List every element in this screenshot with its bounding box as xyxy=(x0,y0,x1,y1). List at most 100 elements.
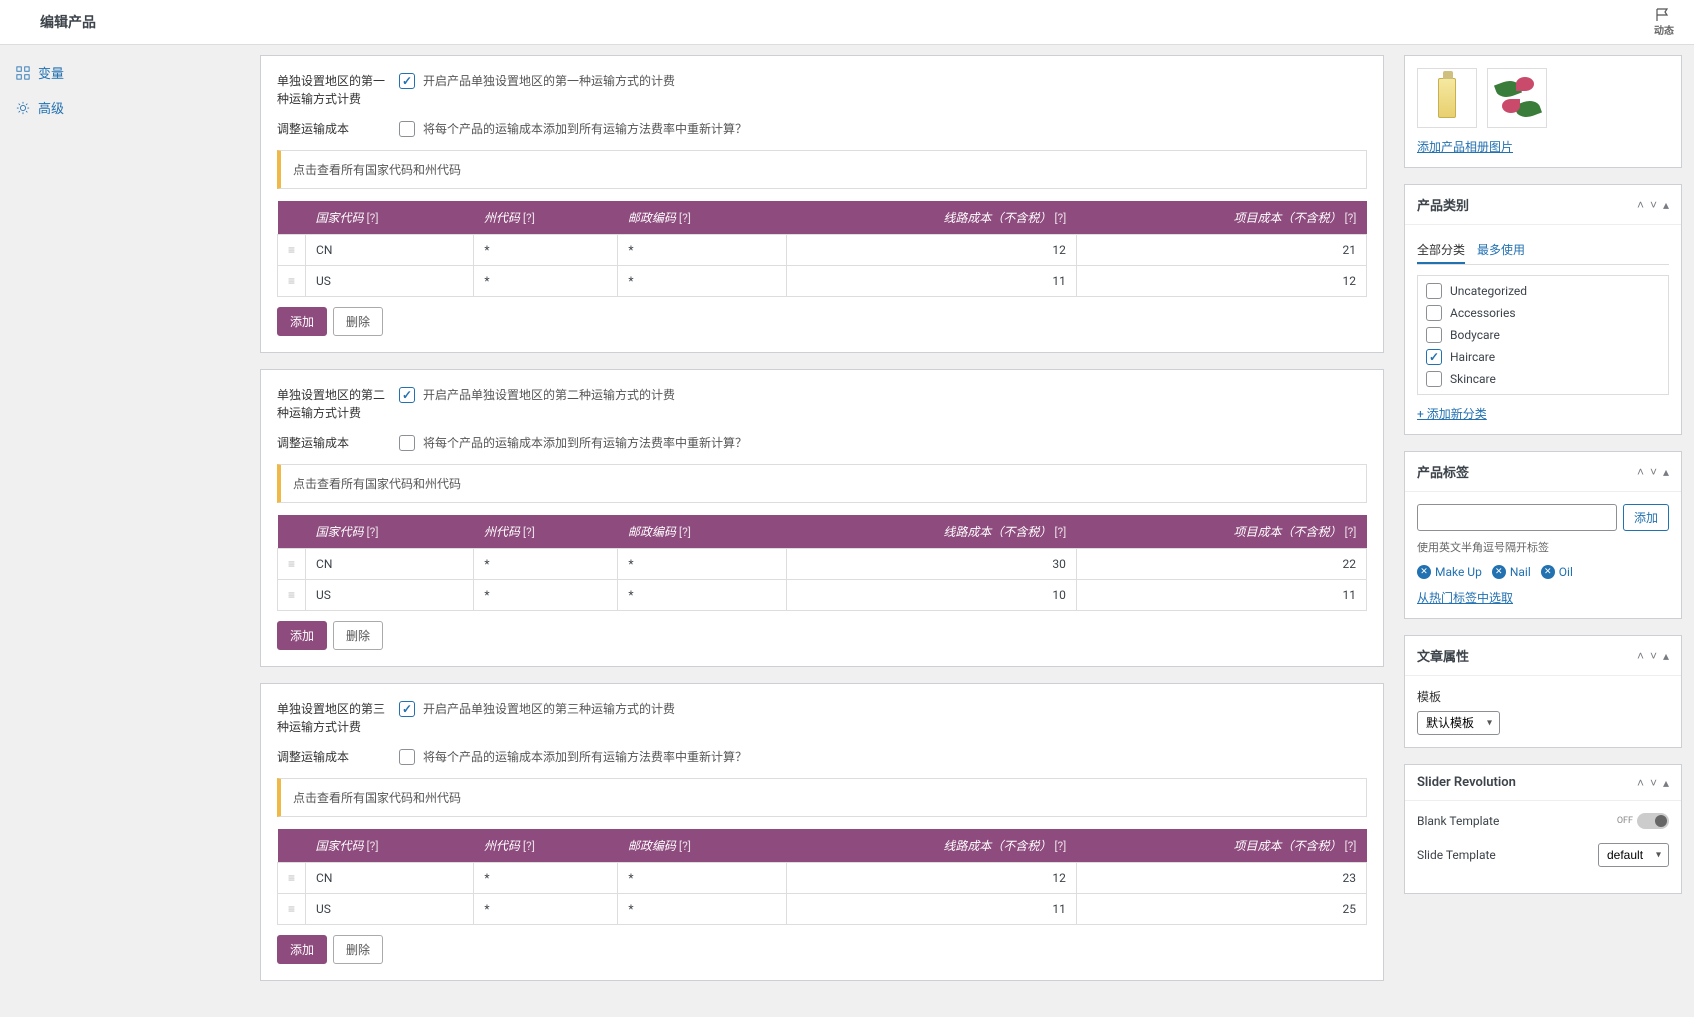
adjust-checkbox[interactable] xyxy=(399,749,415,765)
postal-cell[interactable]: * xyxy=(618,266,786,297)
postal-cell[interactable]: * xyxy=(618,863,786,894)
drag-handle-icon[interactable]: ≡ xyxy=(278,549,306,580)
slide-template-select[interactable]: default xyxy=(1598,843,1669,867)
tag-chip[interactable]: Make Up xyxy=(1417,565,1482,579)
adjust-checkbox[interactable] xyxy=(399,121,415,137)
delete-row-button[interactable]: 删除 xyxy=(333,307,383,336)
category-checkbox[interactable] xyxy=(1426,349,1442,365)
category-item[interactable]: Bodycare xyxy=(1422,324,1664,346)
category-item[interactable]: Accessories xyxy=(1422,302,1664,324)
delete-row-button[interactable]: 删除 xyxy=(333,621,383,650)
tag-chip[interactable]: Nail xyxy=(1492,565,1531,579)
codes-hint[interactable]: 点击查看所有国家代码和州代码 xyxy=(277,464,1367,503)
category-checkbox[interactable] xyxy=(1426,327,1442,343)
tab-all-categories[interactable]: 全部分类 xyxy=(1417,237,1465,264)
tag-chip[interactable]: Oil xyxy=(1541,565,1573,579)
add-row-button[interactable]: 添加 xyxy=(277,935,327,964)
enable-description: 开启产品单独设置地区的第一种运输方式的计费 xyxy=(423,72,675,89)
category-item[interactable]: Uncategorized xyxy=(1422,280,1664,302)
caret-up-icon[interactable]: ▴ xyxy=(1663,465,1669,479)
add-row-button[interactable]: 添加 xyxy=(277,621,327,650)
item-cost-cell[interactable]: 25 xyxy=(1076,894,1366,925)
chevron-down-icon[interactable]: ˅ xyxy=(1650,198,1657,212)
item-cost-cell[interactable]: 23 xyxy=(1076,863,1366,894)
add-tag-button[interactable]: 添加 xyxy=(1623,504,1669,531)
tab-variations[interactable]: 变量 xyxy=(0,55,140,90)
country-cell[interactable]: US xyxy=(306,894,474,925)
chevron-up-icon[interactable]: ˄ xyxy=(1637,776,1644,790)
delete-row-button[interactable]: 删除 xyxy=(333,935,383,964)
state-cell[interactable]: * xyxy=(474,549,618,580)
state-cell[interactable]: * xyxy=(474,580,618,611)
drag-handle-icon[interactable]: ≡ xyxy=(278,266,306,297)
chevron-down-icon[interactable]: ˅ xyxy=(1650,649,1657,663)
line-cost-cell[interactable]: 10 xyxy=(786,580,1076,611)
chevron-up-icon[interactable]: ˄ xyxy=(1637,465,1644,479)
country-cell[interactable]: CN xyxy=(306,549,474,580)
drag-handle-icon[interactable]: ≡ xyxy=(278,580,306,611)
activity-flag[interactable]: 动态 xyxy=(1654,8,1674,37)
category-item[interactable]: Haircare xyxy=(1422,346,1664,368)
item-cost-cell[interactable]: 22 xyxy=(1076,549,1366,580)
blank-template-toggle[interactable] xyxy=(1637,813,1669,829)
postal-cell[interactable]: * xyxy=(618,549,786,580)
item-cost-cell[interactable]: 12 xyxy=(1076,266,1366,297)
country-cell[interactable]: US xyxy=(306,580,474,611)
drag-handle-icon[interactable]: ≡ xyxy=(278,894,306,925)
state-cell[interactable]: * xyxy=(474,266,618,297)
drag-handle-icon[interactable]: ≡ xyxy=(278,235,306,266)
add-category-link[interactable]: + 添加新分类 xyxy=(1417,407,1487,421)
chevron-up-icon[interactable]: ˄ xyxy=(1637,198,1644,212)
state-cell[interactable]: * xyxy=(474,894,618,925)
caret-up-icon[interactable]: ▴ xyxy=(1663,776,1669,790)
caret-up-icon[interactable]: ▴ xyxy=(1663,649,1669,663)
postal-cell[interactable]: * xyxy=(618,235,786,266)
tab-most-used[interactable]: 最多使用 xyxy=(1477,237,1525,264)
state-cell[interactable]: * xyxy=(474,863,618,894)
category-item[interactable]: Skincare xyxy=(1422,368,1664,390)
chevron-down-icon[interactable]: ˅ xyxy=(1650,776,1657,790)
popular-tags-link[interactable]: 从热门标签中选取 xyxy=(1417,591,1513,605)
postal-cell[interactable]: * xyxy=(618,580,786,611)
item-cost-cell[interactable]: 11 xyxy=(1076,580,1366,611)
adjust-label: 调整运输成本 xyxy=(277,434,387,452)
adjust-checkbox[interactable] xyxy=(399,435,415,451)
product-data-tabs: 变量 高级 xyxy=(0,45,140,1017)
shipping-table: 国家代码 [?]州代码 [?]邮政编码 [?]线路成本（不含税） [?]项目成本… xyxy=(277,201,1367,297)
gear-icon xyxy=(16,101,30,115)
category-checkbox[interactable] xyxy=(1426,305,1442,321)
page-header: 编辑产品 动态 xyxy=(0,0,1694,45)
tab-advanced[interactable]: 高级 xyxy=(0,90,140,125)
add-row-button[interactable]: 添加 xyxy=(277,307,327,336)
country-cell[interactable]: CN xyxy=(306,863,474,894)
enable-checkbox[interactable] xyxy=(399,387,415,403)
line-cost-cell[interactable]: 30 xyxy=(786,549,1076,580)
codes-hint[interactable]: 点击查看所有国家代码和州代码 xyxy=(277,150,1367,189)
state-cell[interactable]: * xyxy=(474,235,618,266)
line-cost-cell[interactable]: 11 xyxy=(786,894,1076,925)
slide-template-label: Slide Template xyxy=(1417,848,1496,862)
drag-handle-icon[interactable]: ≡ xyxy=(278,863,306,894)
category-checkbox[interactable] xyxy=(1426,283,1442,299)
tag-input[interactable] xyxy=(1417,504,1617,531)
country-cell[interactable]: US xyxy=(306,266,474,297)
adjust-label: 调整运输成本 xyxy=(277,748,387,766)
gallery-thumb[interactable] xyxy=(1487,68,1547,128)
line-cost-cell[interactable]: 11 xyxy=(786,266,1076,297)
enable-checkbox[interactable] xyxy=(399,73,415,89)
category-checkbox[interactable] xyxy=(1426,371,1442,387)
country-cell[interactable]: CN xyxy=(306,235,474,266)
line-cost-cell[interactable]: 12 xyxy=(786,863,1076,894)
template-select[interactable]: 默认模板 xyxy=(1417,711,1500,735)
postal-cell[interactable]: * xyxy=(618,894,786,925)
chevron-down-icon[interactable]: ˅ xyxy=(1650,465,1657,479)
gallery-thumb[interactable] xyxy=(1417,68,1477,128)
chevron-up-icon[interactable]: ˄ xyxy=(1637,649,1644,663)
line-cost-cell[interactable]: 12 xyxy=(786,235,1076,266)
add-gallery-link[interactable]: 添加产品相册图片 xyxy=(1417,140,1513,154)
item-cost-cell[interactable]: 21 xyxy=(1076,235,1366,266)
enable-checkbox[interactable] xyxy=(399,701,415,717)
codes-hint[interactable]: 点击查看所有国家代码和州代码 xyxy=(277,778,1367,817)
gallery-panel: 添加产品相册图片 xyxy=(1404,55,1682,168)
caret-up-icon[interactable]: ▴ xyxy=(1663,198,1669,212)
